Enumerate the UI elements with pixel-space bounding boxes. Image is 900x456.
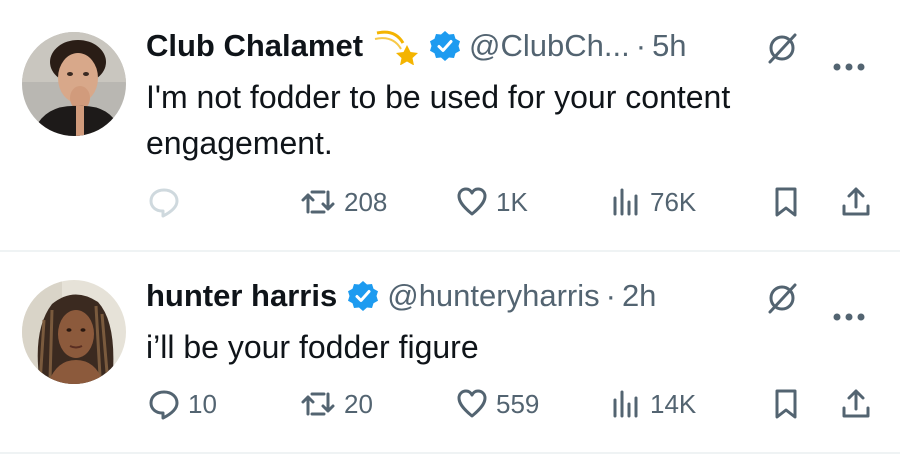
verified-badge-icon (347, 280, 379, 312)
views-button[interactable]: 76K (610, 180, 696, 224)
action-bar: 10 20 559 14K (0, 382, 900, 426)
retweet-count: 208 (344, 186, 388, 217)
reply-icon (148, 186, 180, 218)
views-icon (610, 186, 642, 218)
separator-dot: · (635, 28, 647, 63)
tweet-header: hunter harris @hunteryharris · 2h (146, 276, 880, 321)
tweet-text: i’ll be your fodder figure (146, 329, 479, 365)
like-button[interactable]: 1K (456, 180, 528, 224)
share-icon (840, 388, 872, 420)
more-icon[interactable] (832, 42, 866, 71)
author-handle[interactable]: @hunteryharris (387, 276, 599, 316)
bookmark-button[interactable] (770, 180, 802, 224)
views-icon (610, 388, 642, 420)
action-bar: 208 1K 76K (0, 180, 900, 224)
timestamp[interactable]: 2h (622, 276, 656, 316)
verified-badge-icon (429, 30, 461, 62)
heart-icon (456, 388, 488, 420)
grok-icon[interactable] (764, 30, 800, 66)
bookmark-button[interactable] (770, 382, 802, 426)
tweet-header: Club Chalamet @ClubCh... · 5h (146, 26, 880, 71)
reply-button[interactable] (148, 180, 188, 224)
retweet-button[interactable]: 208 (300, 180, 387, 224)
author-name[interactable]: Club Chalamet (146, 26, 363, 66)
reply-count: 10 (188, 388, 217, 419)
views-count: 76K (650, 186, 697, 217)
tweet[interactable]: hunter harris @hunteryharris · 2h i’ll b… (0, 252, 900, 452)
retweet-icon (300, 388, 336, 420)
bookmark-icon (770, 186, 802, 218)
views-count: 14K (650, 388, 697, 419)
like-count: 559 (496, 388, 540, 419)
author-handle[interactable]: @ClubCh... (469, 26, 630, 66)
retweet-icon (300, 186, 336, 218)
tweet[interactable]: Club Chalamet @ClubCh... · 5h I'm not fo… (0, 0, 900, 250)
more-icon[interactable] (832, 292, 866, 321)
bookmark-icon (770, 388, 802, 420)
reply-button[interactable]: 10 (148, 382, 217, 426)
timestamp[interactable]: 5h (652, 26, 686, 66)
separator-dot: · (605, 278, 616, 313)
avatar[interactable] (22, 280, 126, 384)
heart-icon (456, 186, 488, 218)
tweet-text: I'm not fodder to be used for your conte… (146, 79, 731, 161)
views-button[interactable]: 14K (610, 382, 696, 426)
author-name[interactable]: hunter harris (146, 276, 337, 316)
share-button[interactable] (840, 382, 872, 426)
like-button[interactable]: 559 (456, 382, 539, 426)
reply-icon (148, 388, 180, 420)
share-button[interactable] (840, 180, 872, 224)
grok-icon[interactable] (764, 280, 800, 316)
avatar[interactable] (22, 32, 126, 136)
like-count: 1K (496, 186, 528, 217)
share-icon (840, 186, 872, 218)
dizzy-star-emoji-icon (373, 27, 419, 66)
retweet-count: 20 (344, 388, 373, 419)
divider (0, 452, 900, 454)
retweet-button[interactable]: 20 (300, 382, 373, 426)
